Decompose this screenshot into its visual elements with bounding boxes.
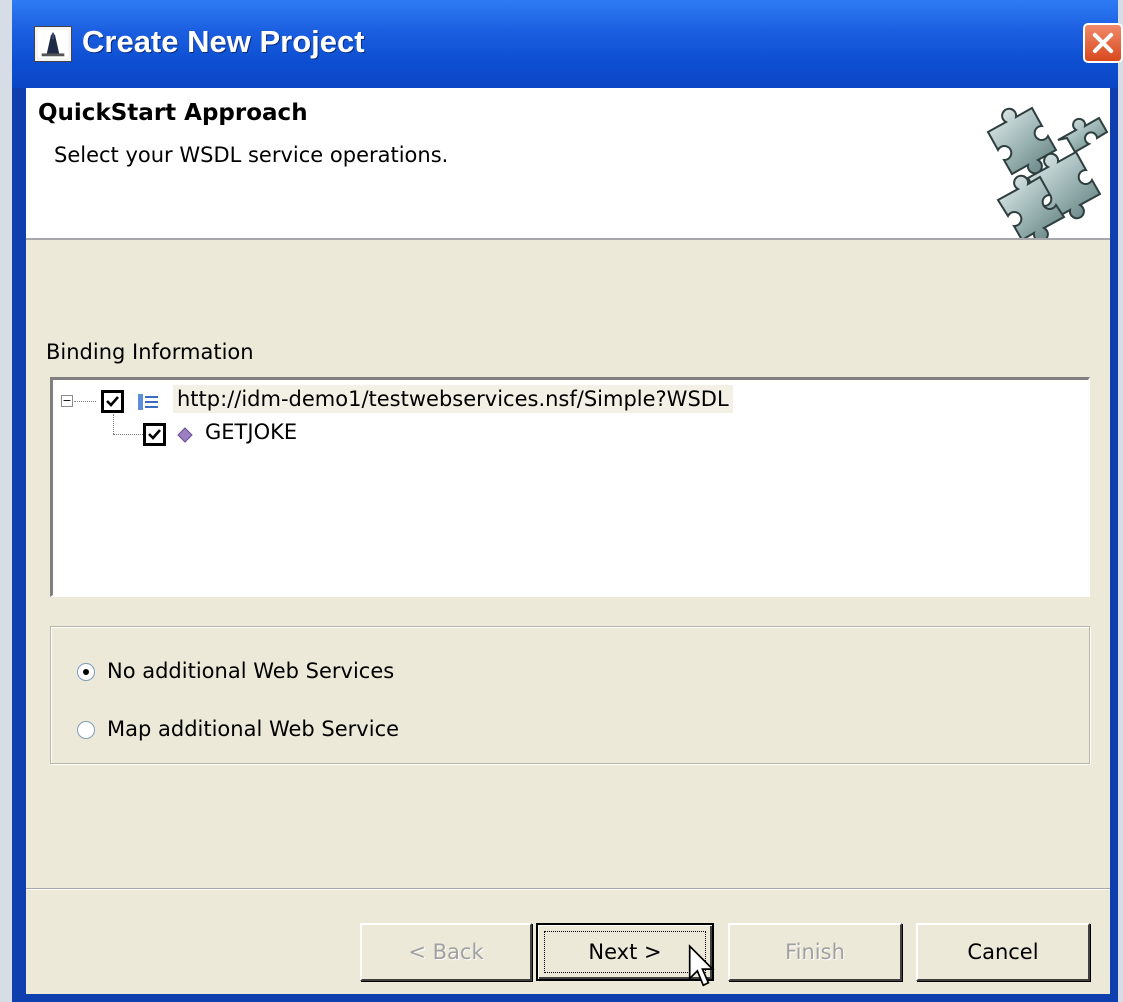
window-title: Create New Project bbox=[82, 24, 365, 59]
operation-icon bbox=[177, 427, 193, 443]
tree-connector-line bbox=[74, 401, 96, 402]
puzzle-pieces-icon bbox=[986, 106, 1109, 238]
close-icon bbox=[1092, 32, 1114, 54]
no-additional-services-label[interactable]: No additional Web Services bbox=[107, 659, 394, 683]
dialog-body: QuickStart Approach Select your WSDL ser… bbox=[26, 88, 1110, 994]
mouse-cursor-icon bbox=[688, 944, 715, 987]
finish-button[interactable]: Finish bbox=[728, 923, 902, 981]
page-description: Select your WSDL service operations. bbox=[54, 143, 449, 167]
no-additional-services-radio[interactable] bbox=[77, 663, 95, 681]
title-bar[interactable]: Create New Project bbox=[12, 0, 1123, 88]
checkmark-icon bbox=[106, 396, 119, 407]
cancel-button[interactable]: Cancel bbox=[916, 923, 1090, 981]
map-additional-service-label[interactable]: Map additional Web Service bbox=[107, 717, 399, 741]
checkmark-icon bbox=[148, 429, 161, 440]
close-button[interactable] bbox=[1083, 23, 1123, 63]
map-additional-service-radio[interactable] bbox=[77, 721, 95, 739]
additional-services-group: No additional Web Services Map additiona… bbox=[50, 626, 1090, 764]
getjoke-operation-node[interactable]: GETJOKE bbox=[205, 420, 297, 444]
getjoke-checkbox[interactable] bbox=[143, 423, 166, 446]
wsdl-url-node[interactable]: http://idm-demo1/testwebservices.nsf/Sim… bbox=[173, 385, 733, 413]
binding-tree[interactable]: − http://idm-demo1/testwebservices.nsf/S… bbox=[50, 377, 1090, 597]
tree-connector-line bbox=[113, 414, 114, 434]
wizard-header: QuickStart Approach Select your WSDL ser… bbox=[26, 88, 1110, 240]
tree-collapse-toggle[interactable]: − bbox=[61, 395, 73, 407]
back-button[interactable]: < Back bbox=[360, 923, 532, 981]
app-icon bbox=[34, 26, 72, 62]
focus-rectangle bbox=[544, 931, 706, 973]
binding-information-label: Binding Information bbox=[46, 340, 254, 364]
wsdl-root-checkbox[interactable] bbox=[101, 390, 124, 413]
button-separator bbox=[26, 888, 1110, 890]
tree-connector-line bbox=[113, 434, 143, 435]
wsdl-service-icon bbox=[138, 394, 158, 410]
page-title: QuickStart Approach bbox=[38, 100, 308, 126]
